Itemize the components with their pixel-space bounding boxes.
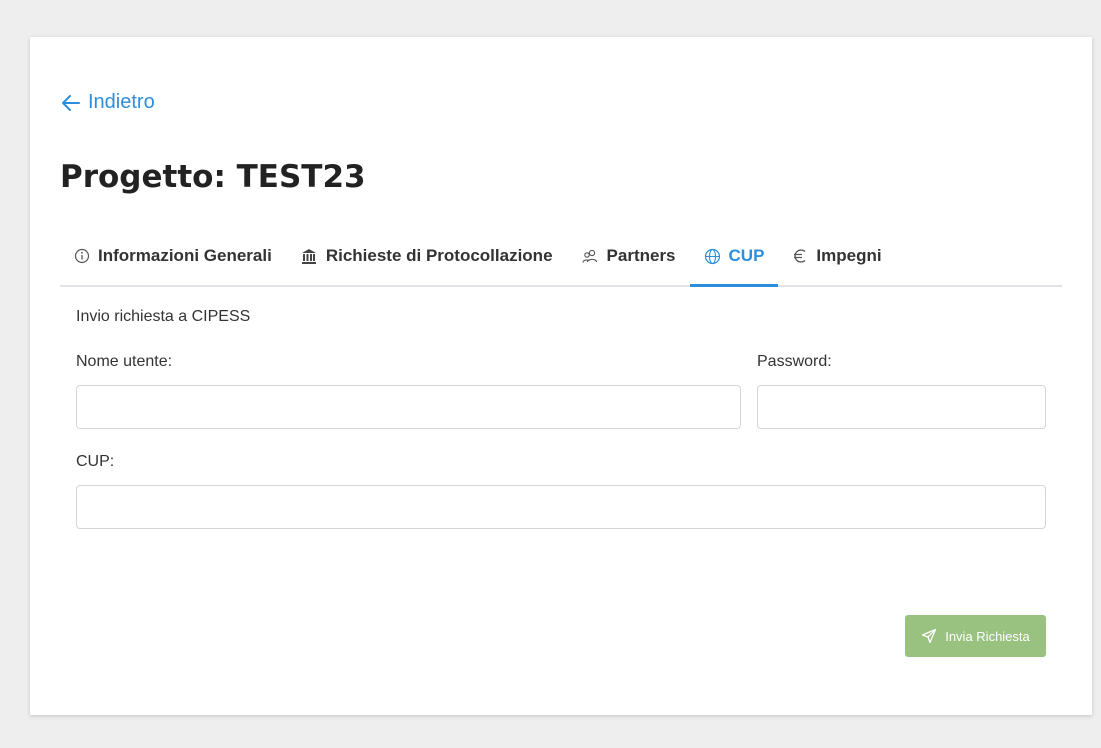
back-link[interactable]: Indietro (60, 91, 155, 114)
main-card: Indietro Progetto: TEST23 Informazioni G… (30, 37, 1092, 715)
password-input[interactable] (757, 385, 1046, 429)
bank-icon (301, 249, 316, 264)
tab-label: Impegni (816, 246, 882, 265)
tab-label: Richieste di Protocollazione (325, 246, 553, 265)
arrow-left-icon (62, 94, 80, 111)
invia-richiesta-button[interactable]: Invia Richiesta (905, 615, 1046, 657)
tab-informazioni-generali[interactable]: Informazioni Generali (60, 227, 286, 285)
tab-richieste-di-protocollazione[interactable]: Richieste di Protocollazione (286, 227, 567, 285)
globe-icon (704, 248, 720, 264)
tab-label: Informazioni Generali (98, 246, 272, 265)
username-label: Nome utente: (76, 353, 173, 370)
tab-label: Partners (606, 246, 676, 265)
password-label: Password: (757, 353, 832, 370)
info-circle-icon (74, 248, 90, 264)
send-icon (922, 628, 937, 644)
users-icon (581, 249, 597, 263)
cup-label: CUP: (76, 453, 115, 470)
tab-partners[interactable]: Partners (567, 227, 690, 285)
username-input[interactable] (76, 385, 741, 429)
euro-icon (794, 249, 806, 263)
tab-bar: Informazioni Generali Richieste di Proto… (60, 227, 1062, 287)
cup-input[interactable] (76, 485, 1046, 529)
tab-impegni[interactable]: Impegni (778, 227, 895, 285)
submit-button-label: Invia Richiesta (945, 628, 1030, 644)
tab-cup[interactable]: CUP (689, 227, 779, 287)
section-title: Invio richiesta a CIPESS (76, 308, 251, 325)
page-title: Progetto: TEST23 (60, 159, 366, 195)
tab-label: CUP (728, 246, 765, 265)
back-link-label: Indietro (88, 91, 155, 113)
